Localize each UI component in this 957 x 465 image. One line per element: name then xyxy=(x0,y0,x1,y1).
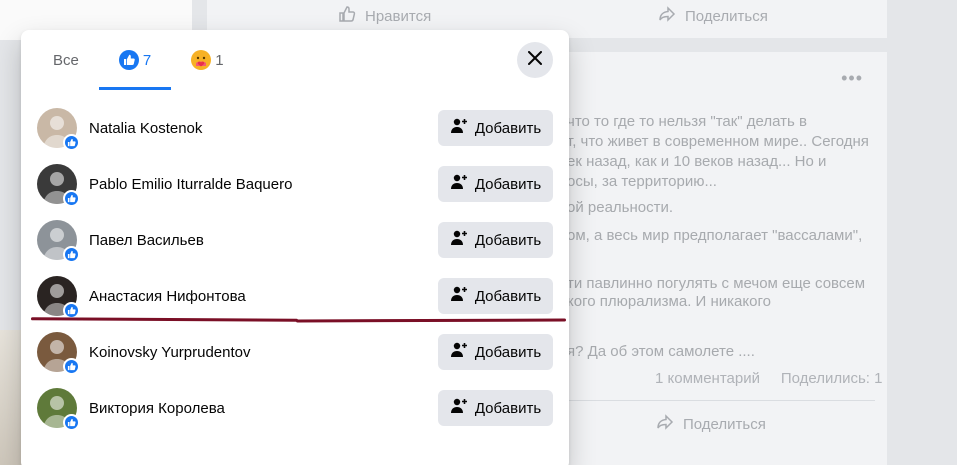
add-friend-icon xyxy=(450,117,468,139)
add-friend-label: Добавить xyxy=(474,119,542,137)
close-icon xyxy=(528,50,542,70)
post-card: ••• что то где то нельзя "так" делать в … xyxy=(555,52,887,465)
post-text-line: я? Да об этом самолете .... xyxy=(567,343,755,360)
thumbs-up-icon xyxy=(337,4,357,28)
list-item: Анастасия Нифонтова Добавить xyxy=(21,268,569,324)
tab-all[interactable]: Все xyxy=(33,30,99,90)
comments-count[interactable]: 1 комментарий xyxy=(655,370,760,387)
add-friend-label: Добавить xyxy=(474,231,542,249)
avatar[interactable] xyxy=(37,108,80,151)
more-options-icon[interactable]: ••• xyxy=(841,68,863,89)
add-friend-button[interactable]: Добавить xyxy=(438,110,553,146)
shares-count[interactable]: Поделились: 1 xyxy=(781,370,883,387)
add-friend-label: Добавить xyxy=(474,287,542,305)
avatar[interactable] xyxy=(37,220,80,263)
tab-count: 7 xyxy=(142,51,152,69)
share-label: Поделиться xyxy=(683,415,766,433)
person-name[interactable]: Анастасия Нифонтова xyxy=(89,288,438,305)
avatar[interactable] xyxy=(37,276,80,319)
like-reaction-icon xyxy=(118,50,139,70)
like-badge-icon xyxy=(63,302,80,319)
list-item: Natalia Kostenok Добавить xyxy=(21,100,569,156)
add-friend-icon xyxy=(450,285,468,307)
person-name[interactable]: Павел Васильев xyxy=(89,232,438,249)
post-text-line: осы, за территорию... xyxy=(567,173,717,190)
add-friend-label: Добавить xyxy=(474,175,542,193)
share-icon xyxy=(655,412,675,436)
add-friend-button[interactable]: Добавить xyxy=(438,222,553,258)
reaction-tabs: Все 7 1 xyxy=(33,30,244,90)
add-friend-button[interactable]: Добавить xyxy=(438,278,553,314)
list-item: Koinovsky Yurprudentov Добавить xyxy=(21,324,569,380)
list-item: Павел Васильев Добавить xyxy=(21,212,569,268)
add-friend-icon xyxy=(450,397,468,419)
person-name[interactable]: Natalia Kostenok xyxy=(89,120,438,137)
reactions-dialog: Все 7 1 Natalia Kostenok Добавить Pablo … xyxy=(21,30,569,465)
list-item: Виктория Королева Добавить xyxy=(21,380,569,436)
tab-like[interactable]: 7 xyxy=(98,30,172,90)
left-photo xyxy=(0,330,22,465)
post-text-line: ек назад, как и 10 веков назад... Но и xyxy=(567,153,827,170)
post-text-line: ом, а весь мир предполагает "вассалами", xyxy=(567,227,863,244)
avatar[interactable] xyxy=(37,164,80,207)
post-text-line: ой реальности. xyxy=(567,199,674,216)
tab-care[interactable]: 1 xyxy=(171,30,243,90)
person-name[interactable]: Виктория Королева xyxy=(89,400,438,417)
add-friend-button[interactable]: Добавить xyxy=(438,390,553,426)
close-button[interactable] xyxy=(517,42,553,78)
post-text-line: т, что живет в современном мире.. Сегодн… xyxy=(567,133,869,150)
like-label: Нравится xyxy=(365,7,432,25)
add-friend-label: Добавить xyxy=(474,399,542,417)
like-badge-icon xyxy=(63,358,80,375)
post-text-line: кого плюрализма. И никакого xyxy=(567,293,771,310)
avatar[interactable] xyxy=(37,332,80,375)
list-item: Pablo Emilio Iturralde Baquero Добавить xyxy=(21,156,569,212)
reactors-list: Natalia Kostenok Добавить Pablo Emilio I… xyxy=(21,100,569,436)
like-badge-icon xyxy=(63,246,80,263)
post-text-line: ти павлинно погулять с мечом еще совсем xyxy=(567,275,866,292)
tab-count: 1 xyxy=(215,51,224,69)
add-friend-button[interactable]: Добавить xyxy=(438,166,553,202)
avatar[interactable] xyxy=(37,388,80,431)
share-action[interactable]: Поделиться xyxy=(655,412,766,436)
person-name[interactable]: Pablo Emilio Iturralde Baquero xyxy=(89,176,438,193)
add-friend-button[interactable]: Добавить xyxy=(438,334,553,370)
add-friend-icon xyxy=(450,341,468,363)
post-text-line: что то где то нельзя "так" делать в xyxy=(567,113,807,130)
care-reaction-icon xyxy=(191,50,212,70)
add-friend-icon xyxy=(450,173,468,195)
share-label: Поделиться xyxy=(685,7,768,25)
share-icon xyxy=(657,4,677,28)
like-badge-icon xyxy=(63,414,80,431)
divider xyxy=(567,400,875,401)
like-badge-icon xyxy=(63,190,80,207)
like-badge-icon xyxy=(63,134,80,151)
add-friend-icon xyxy=(450,229,468,251)
add-friend-label: Добавить xyxy=(474,343,542,361)
share-action[interactable]: Поделиться xyxy=(657,4,768,28)
person-name[interactable]: Koinovsky Yurprudentov xyxy=(89,344,438,361)
like-action[interactable]: Нравится xyxy=(337,4,431,28)
tab-label: Все xyxy=(53,51,79,69)
post-stats: 1 комментарий Поделились: 1 xyxy=(655,370,882,387)
